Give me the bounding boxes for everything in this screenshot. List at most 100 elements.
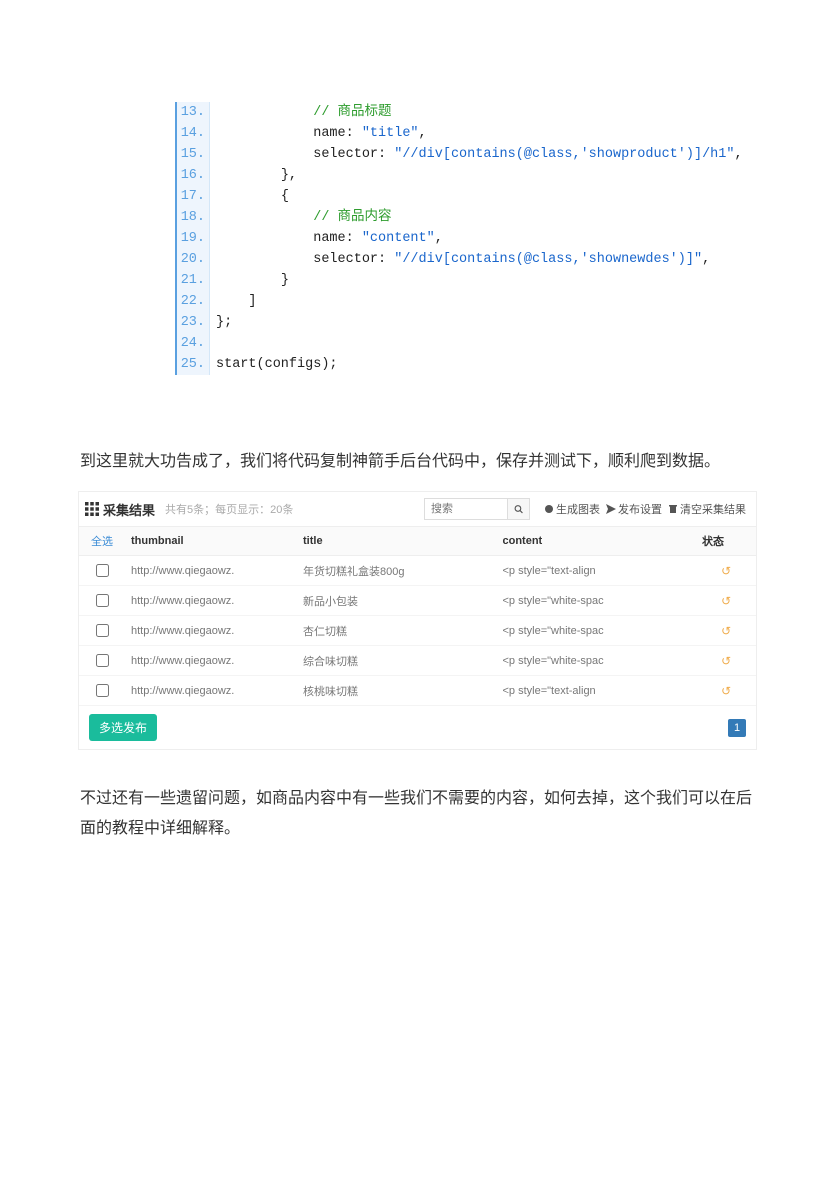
code-content: name: "title",	[210, 123, 427, 144]
cell-title: 新品小包装	[297, 586, 497, 616]
row-checkbox[interactable]	[96, 624, 109, 637]
row-checkbox[interactable]	[96, 564, 109, 577]
line-number: 23.	[177, 312, 210, 333]
search-icon	[514, 504, 523, 514]
revert-icon[interactable]: ↻	[721, 594, 731, 608]
document-page: 13. // 商品标题14. name: "title",15. selecto…	[0, 0, 837, 1184]
chart-icon	[544, 504, 554, 514]
code-line: 20. selector: "//div[contains(@class,'sh…	[177, 249, 717, 270]
code-line: 19. name: "content",	[177, 228, 717, 249]
cell-status: ↻	[696, 646, 756, 676]
multi-publish-button[interactable]: 多选发布	[89, 714, 157, 741]
revert-icon[interactable]: ↻	[721, 684, 731, 698]
cell-thumbnail: http://www.qiegaowz.	[125, 586, 297, 616]
code-line: 24.	[177, 333, 717, 354]
row-checkbox-cell	[79, 646, 125, 676]
table-row: http://www.qiegaowz.新品小包装<p style="white…	[79, 586, 756, 616]
results-title-text: 采集结果	[103, 500, 155, 519]
code-content	[210, 333, 216, 354]
code-line: 17. {	[177, 186, 717, 207]
send-icon	[606, 504, 616, 514]
revert-icon[interactable]: ↻	[721, 654, 731, 668]
code-line: 13. // 商品标题	[177, 102, 717, 123]
code-line: 21. }	[177, 270, 717, 291]
cell-content: <p style="white-spac	[497, 646, 697, 676]
column-status: 状态	[696, 527, 756, 556]
code-content: ]	[210, 291, 257, 312]
code-content: start(configs);	[210, 354, 338, 375]
line-number: 21.	[177, 270, 210, 291]
row-checkbox-cell	[79, 586, 125, 616]
results-panel: 采集结果 共有5条；每页显示：20条 生成图表	[78, 491, 757, 750]
column-title: title	[297, 527, 497, 556]
table-row: http://www.qiegaowz.杏仁切糕<p style="white-…	[79, 616, 756, 646]
column-content: content	[497, 527, 697, 556]
cell-title: 年货切糕礼盒装800g	[297, 556, 497, 586]
cell-thumbnail: http://www.qiegaowz.	[125, 676, 297, 706]
code-line: 23.};	[177, 312, 717, 333]
line-number: 22.	[177, 291, 210, 312]
search-button[interactable]	[508, 498, 530, 520]
cell-status: ↻	[696, 586, 756, 616]
results-table: 全选 thumbnail title content 状态 http://www…	[79, 527, 756, 706]
line-number: 18.	[177, 207, 210, 228]
code-content: selector: "//div[contains(@class,'showne…	[210, 249, 710, 270]
line-number: 24.	[177, 333, 210, 354]
cell-content: <p style="white-spac	[497, 586, 697, 616]
row-checkbox-cell	[79, 616, 125, 646]
line-number: 13.	[177, 102, 210, 123]
cell-thumbnail: http://www.qiegaowz.	[125, 556, 297, 586]
line-number: 16.	[177, 165, 210, 186]
paragraph-success: 到这里就大功告成了，我们将代码复制神箭手后台代码中，保存并测试下，顺利爬到数据。	[80, 447, 757, 477]
line-number: 15.	[177, 144, 210, 165]
clear-label: 清空采集结果	[680, 501, 746, 517]
cell-content: <p style="white-spac	[497, 616, 697, 646]
cell-content: <p style="text-align	[497, 676, 697, 706]
trash-icon	[668, 504, 678, 514]
results-panel-header: 采集结果 共有5条；每页显示：20条 生成图表	[79, 492, 756, 527]
page-number[interactable]: 1	[728, 719, 746, 737]
row-checkbox[interactable]	[96, 684, 109, 697]
row-checkbox[interactable]	[96, 594, 109, 607]
grid-icon	[85, 502, 99, 516]
results-meta: 共有5条；每页显示：20条	[165, 501, 293, 517]
table-row: http://www.qiegaowz.综合味切糕<p style="white…	[79, 646, 756, 676]
search-box	[424, 498, 530, 520]
results-header-row: 全选 thumbnail title content 状态	[79, 527, 756, 556]
line-number: 14.	[177, 123, 210, 144]
code-line: 15. selector: "//div[contains(@class,'sh…	[177, 144, 717, 165]
code-block: 13. // 商品标题14. name: "title",15. selecto…	[175, 102, 717, 375]
code-content: {	[210, 186, 289, 207]
cell-title: 核桃味切糕	[297, 676, 497, 706]
cell-status: ↻	[696, 556, 756, 586]
clear-results-button[interactable]: 清空采集结果	[668, 501, 746, 517]
cell-thumbnail: http://www.qiegaowz.	[125, 616, 297, 646]
row-checkbox-cell	[79, 556, 125, 586]
cell-status: ↻	[696, 676, 756, 706]
cell-status: ↻	[696, 616, 756, 646]
revert-icon[interactable]: ↻	[721, 564, 731, 578]
code-line: 25.start(configs);	[177, 354, 717, 375]
select-all-header[interactable]: 全选	[79, 527, 125, 556]
line-number: 20.	[177, 249, 210, 270]
publish-settings-button[interactable]: 发布设置	[606, 501, 662, 517]
cell-content: <p style="text-align	[497, 556, 697, 586]
column-thumbnail: thumbnail	[125, 527, 297, 556]
table-row: http://www.qiegaowz.核桃味切糕<p style="text-…	[79, 676, 756, 706]
row-checkbox[interactable]	[96, 654, 109, 667]
results-panel-title: 采集结果	[85, 500, 155, 519]
code-line: 16. },	[177, 165, 717, 186]
code-content: // 商品内容	[210, 207, 392, 228]
search-input[interactable]	[424, 498, 508, 520]
revert-icon[interactable]: ↻	[721, 624, 731, 638]
rebuild-chart-button[interactable]: 生成图表	[544, 501, 600, 517]
code-content: },	[210, 165, 297, 186]
publish-settings-label: 发布设置	[618, 501, 662, 517]
cell-title: 综合味切糕	[297, 646, 497, 676]
row-checkbox-cell	[79, 676, 125, 706]
line-number: 25.	[177, 354, 210, 375]
table-row: http://www.qiegaowz.年货切糕礼盒装800g<p style=…	[79, 556, 756, 586]
code-line: 14. name: "title",	[177, 123, 717, 144]
results-panel-footer: 多选发布 1	[79, 706, 756, 749]
code-content: }	[210, 270, 289, 291]
